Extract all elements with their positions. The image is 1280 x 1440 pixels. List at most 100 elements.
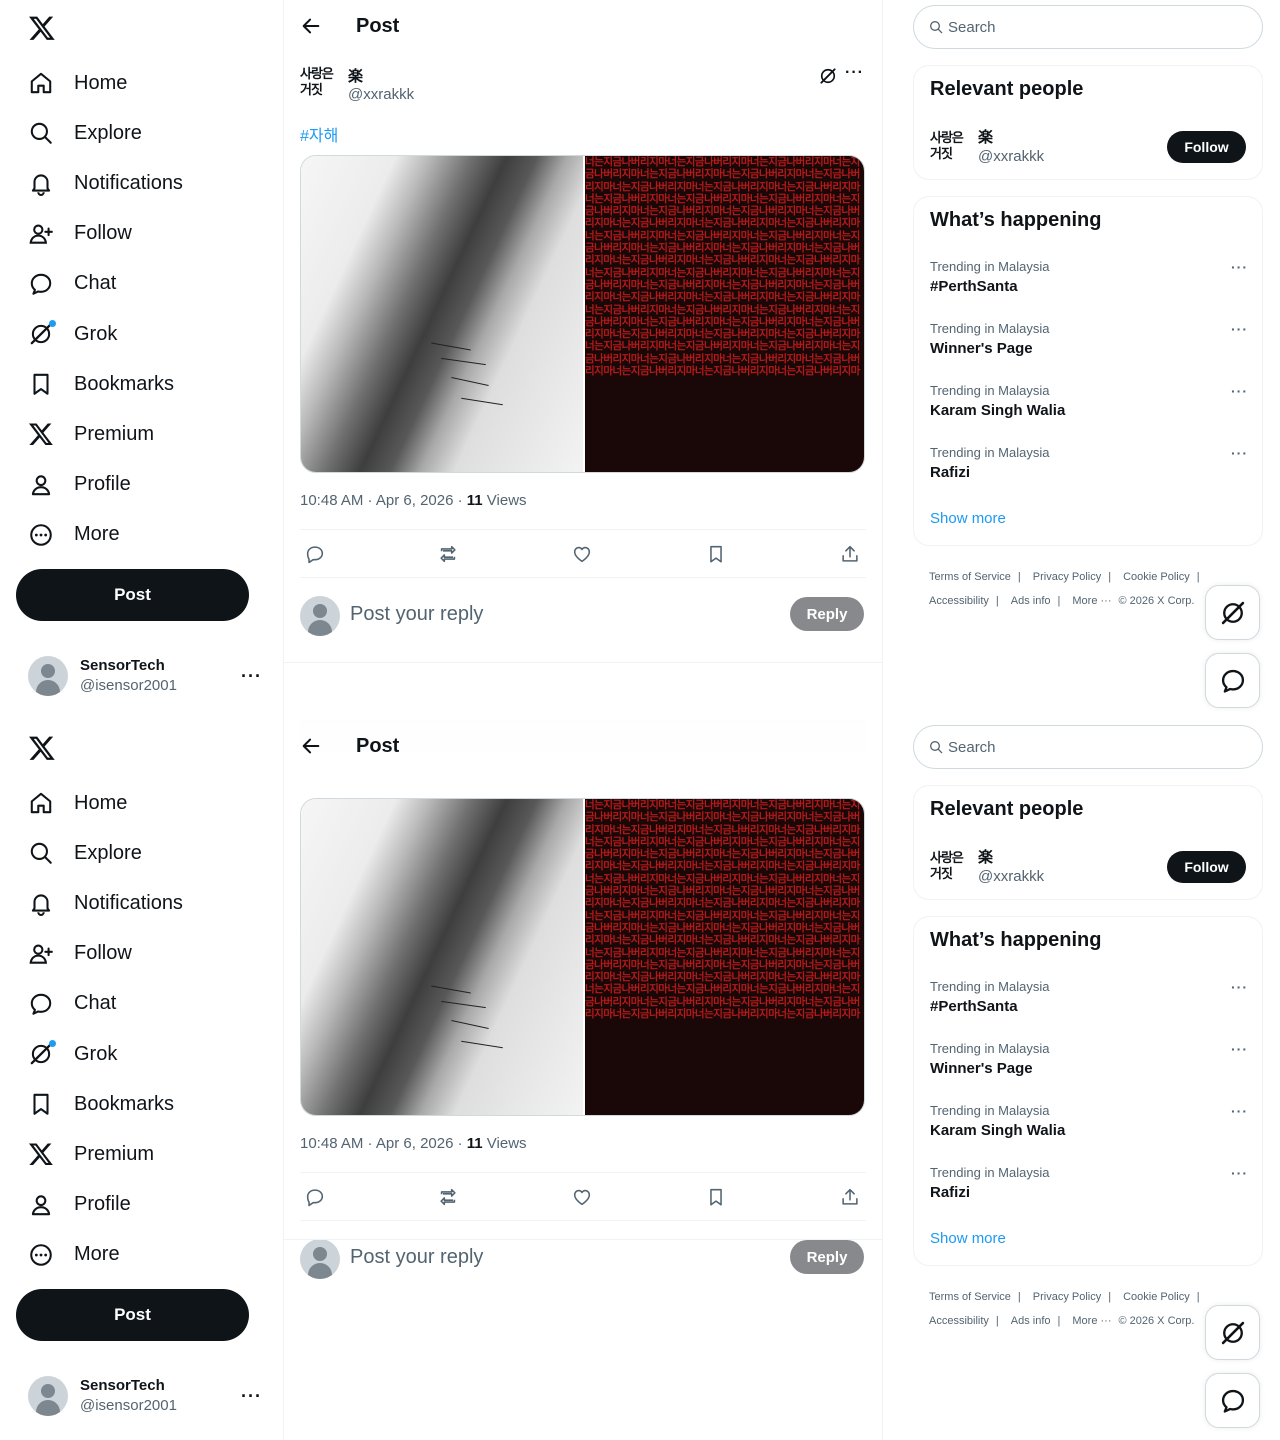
person-handle[interactable]: @xxrakkk bbox=[978, 868, 1044, 885]
person-avatar[interactable]: 사랑은 거짓 bbox=[930, 850, 970, 890]
trend-item[interactable]: Trending in Malaysia Rafizi ··· bbox=[930, 445, 1248, 495]
trend-item[interactable]: Trending in Malaysia Karam Singh Walia ··· bbox=[930, 1103, 1248, 1153]
footer-link[interactable]: Terms of Service bbox=[929, 571, 1011, 583]
footer-link[interactable]: Cookie Policy bbox=[1123, 571, 1190, 583]
more-dots-icon[interactable]: ··· bbox=[1231, 321, 1248, 337]
grok-icon[interactable] bbox=[818, 66, 838, 86]
footer-link[interactable]: © 2026 X Corp. bbox=[1118, 595, 1194, 607]
more-dots-icon[interactable]: ··· bbox=[1231, 259, 1248, 275]
post-time[interactable]: 10:48 AM · Apr 6, 2026 · bbox=[300, 1135, 467, 1152]
like-icon[interactable] bbox=[571, 543, 593, 565]
person-avatar[interactable]: 사랑은 거짓 bbox=[930, 130, 970, 170]
footer-link[interactable]: Ads info bbox=[1011, 595, 1051, 607]
person-name[interactable]: 楽 bbox=[978, 846, 993, 867]
bookmark-icon[interactable] bbox=[705, 543, 727, 565]
post-media[interactable]: 너는지금나버리지마너는지금나버리지마너는지금나버리지마너는지금나버리지마너는지금… bbox=[300, 798, 865, 1116]
nav-item-premium[interactable]: Premium bbox=[16, 409, 256, 459]
media-image-text[interactable]: 너는지금나버리지마너는지금나버리지마너는지금나버리지마너는지금나버리지마너는지금… bbox=[585, 156, 864, 472]
person-name[interactable]: 楽 bbox=[978, 126, 993, 147]
more-dots-icon[interactable]: ··· bbox=[1231, 383, 1248, 399]
more-dots-icon[interactable]: ··· bbox=[1231, 445, 1248, 461]
more-dots-icon[interactable]: ··· bbox=[845, 64, 864, 82]
post-button[interactable]: Post bbox=[16, 1289, 249, 1341]
nav-item-home[interactable]: Home bbox=[16, 58, 256, 108]
footer-link[interactable]: Ads info bbox=[1011, 1315, 1051, 1327]
reply-icon[interactable] bbox=[304, 1186, 326, 1208]
nav-item-chat[interactable]: Chat bbox=[16, 259, 256, 309]
nav-item-bookmarks[interactable]: Bookmarks bbox=[16, 359, 256, 409]
more-dots-icon[interactable]: ··· bbox=[241, 666, 262, 687]
more-dots-icon[interactable]: ··· bbox=[1231, 979, 1248, 995]
media-image-arm[interactable] bbox=[301, 156, 583, 472]
chat-fab-button[interactable] bbox=[1205, 653, 1260, 708]
reply-button[interactable]: Reply bbox=[790, 597, 864, 631]
chat-fab-button[interactable] bbox=[1205, 1373, 1260, 1428]
nav-item-home[interactable]: Home bbox=[16, 778, 256, 828]
trend-item[interactable]: Trending in Malaysia #PerthSanta ··· bbox=[930, 979, 1248, 1029]
nav-item-notifications[interactable]: Notifications bbox=[16, 878, 256, 928]
reply-icon[interactable] bbox=[304, 543, 326, 565]
footer-link[interactable]: Accessibility bbox=[929, 1315, 989, 1327]
share-icon[interactable] bbox=[839, 1186, 861, 1208]
account-switcher[interactable]: SensorTech @isensor2001 ··· bbox=[16, 1366, 272, 1426]
nav-item-more[interactable]: More bbox=[16, 1230, 256, 1280]
nav-item-chat[interactable]: Chat bbox=[16, 979, 256, 1029]
search-input[interactable] bbox=[948, 18, 1228, 36]
trend-item[interactable]: Trending in Malaysia Winner's Page ··· bbox=[930, 1041, 1248, 1091]
search-box[interactable] bbox=[913, 725, 1263, 769]
x-logo-icon[interactable] bbox=[28, 14, 56, 42]
grok-fab-button[interactable] bbox=[1205, 1305, 1260, 1360]
search-box[interactable] bbox=[913, 5, 1263, 49]
footer-link[interactable]: Terms of Service bbox=[929, 1291, 1011, 1303]
share-icon[interactable] bbox=[839, 543, 861, 565]
footer-link[interactable]: Cookie Policy bbox=[1123, 1291, 1190, 1303]
nav-item-premium[interactable]: Premium bbox=[16, 1129, 256, 1179]
author-avatar[interactable]: 사랑은 거짓 bbox=[300, 66, 340, 106]
trend-item[interactable]: Trending in Malaysia #PerthSanta ··· bbox=[930, 259, 1248, 309]
nav-item-follow[interactable]: Follow bbox=[16, 209, 256, 259]
nav-item-more[interactable]: More bbox=[16, 510, 256, 560]
more-dots-icon[interactable]: ··· bbox=[1231, 1041, 1248, 1057]
bookmark-icon[interactable] bbox=[705, 1186, 727, 1208]
post-media[interactable]: 너는지금나버리지마너는지금나버리지마너는지금나버리지마너는지금나버리지마너는지금… bbox=[300, 155, 865, 473]
more-dots-icon[interactable]: ··· bbox=[1231, 1103, 1248, 1119]
nav-item-bookmarks[interactable]: Bookmarks bbox=[16, 1079, 256, 1129]
account-switcher[interactable]: SensorTech @isensor2001 ··· bbox=[16, 646, 272, 706]
trend-item[interactable]: Trending in Malaysia Rafizi ··· bbox=[930, 1165, 1248, 1215]
more-dots-icon[interactable]: ··· bbox=[241, 1386, 262, 1407]
search-input[interactable] bbox=[948, 738, 1228, 756]
back-arrow-icon[interactable] bbox=[300, 735, 322, 757]
nav-item-notifications[interactable]: Notifications bbox=[16, 158, 256, 208]
reply-input[interactable]: Post your reply bbox=[350, 603, 483, 626]
more-dots-icon[interactable]: ··· bbox=[1231, 1165, 1248, 1181]
nav-item-grok[interactable]: Grok bbox=[16, 309, 256, 359]
show-more-link[interactable]: Show more bbox=[930, 510, 1006, 527]
footer-link[interactable]: © 2026 X Corp. bbox=[1118, 1315, 1194, 1327]
nav-item-profile[interactable]: Profile bbox=[16, 1180, 256, 1230]
media-image-arm[interactable] bbox=[301, 799, 583, 1115]
repost-icon[interactable] bbox=[437, 1186, 459, 1208]
post-time[interactable]: 10:48 AM · Apr 6, 2026 · bbox=[300, 492, 467, 509]
show-more-link[interactable]: Show more bbox=[930, 1230, 1006, 1247]
person-handle[interactable]: @xxrakkk bbox=[978, 148, 1044, 165]
x-logo-icon[interactable] bbox=[28, 734, 56, 762]
nav-item-follow[interactable]: Follow bbox=[16, 929, 256, 979]
media-image-text[interactable]: 너는지금나버리지마너는지금나버리지마너는지금나버리지마너는지금나버리지마너는지금… bbox=[585, 799, 864, 1115]
like-icon[interactable] bbox=[571, 1186, 593, 1208]
back-arrow-icon[interactable] bbox=[300, 15, 322, 37]
trend-item[interactable]: Trending in Malaysia Karam Singh Walia ··· bbox=[930, 383, 1248, 433]
footer-link[interactable]: Privacy Policy bbox=[1033, 1291, 1101, 1303]
follow-button[interactable]: Follow bbox=[1167, 131, 1246, 163]
author-name[interactable]: 楽 bbox=[348, 65, 363, 86]
post-button[interactable]: Post bbox=[16, 569, 249, 621]
reply-button[interactable]: Reply bbox=[790, 1240, 864, 1274]
hashtag-link[interactable]: #자해 bbox=[300, 122, 338, 146]
nav-item-explore[interactable]: Explore bbox=[16, 828, 256, 878]
author-handle[interactable]: @xxrakkk bbox=[348, 86, 414, 103]
grok-fab-button[interactable] bbox=[1205, 585, 1260, 640]
footer-link[interactable]: Accessibility bbox=[929, 595, 989, 607]
trend-item[interactable]: Trending in Malaysia Winner's Page ··· bbox=[930, 321, 1248, 371]
nav-item-grok[interactable]: Grok bbox=[16, 1029, 256, 1079]
footer-link[interactable]: Privacy Policy bbox=[1033, 571, 1101, 583]
repost-icon[interactable] bbox=[437, 543, 459, 565]
